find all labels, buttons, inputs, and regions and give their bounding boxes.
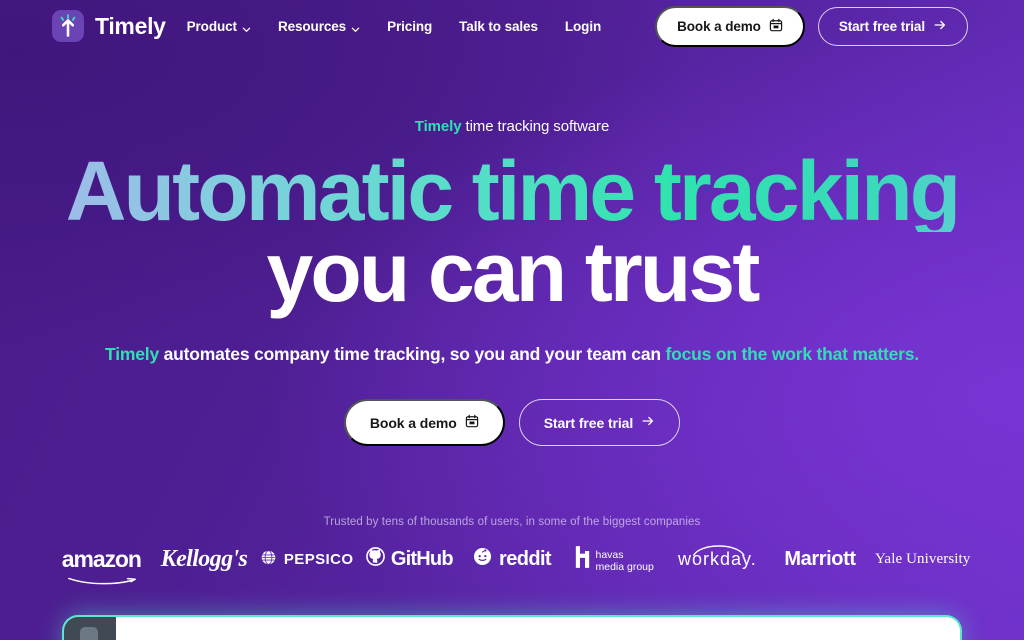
arrow-right-icon: [641, 414, 655, 431]
app-preview-sidebar: [64, 617, 116, 640]
nav-item-resources-label: Resources: [277, 18, 347, 34]
pepsico-globe-icon: [260, 549, 277, 570]
logo-workday: workday.: [666, 542, 769, 576]
logo-kelloggs-text: Kellogg's: [160, 545, 248, 572]
hero-eyebrow: Timely time tracking software: [0, 118, 1024, 135]
trusted-by-label: Trusted by tens of thousands of users, i…: [323, 516, 701, 528]
nav-item-pricing[interactable]: Pricing: [387, 19, 432, 34]
havas-h-icon: [575, 545, 590, 574]
workday-arc-icon: [692, 540, 746, 556]
logo-havas: havas media group: [563, 542, 666, 576]
start-free-trial-label: Start free trial: [838, 18, 925, 34]
reddit-snoo-icon: [473, 547, 492, 572]
logo-marriott: Marriott: [769, 542, 872, 576]
github-octocat-icon: [366, 546, 385, 572]
hero-heading-line-1: Automatic time tracking: [0, 149, 1024, 233]
hero-book-a-demo-button[interactable]: Book a demo: [343, 399, 505, 447]
logo-reddit-text: reddit: [499, 547, 552, 570]
logo-yale: Yale University: [871, 542, 974, 576]
logo-marriott-text: Marriott: [784, 547, 856, 570]
calendar-icon: [465, 414, 479, 431]
logo-pepsico-text: PEPSICO: [283, 550, 354, 568]
hero-start-free-trial-button[interactable]: Start free trial: [518, 399, 681, 447]
logo-havas-line2: media group: [595, 561, 654, 574]
calendar-icon: [769, 18, 783, 35]
chevron-down-icon: [351, 22, 360, 32]
hero-heading-line-2: you can trust: [266, 225, 760, 320]
hero-sub-highlight-2: focus on the work that matters.: [665, 343, 920, 364]
app-preview-card[interactable]: [64, 617, 960, 640]
hero-subheading: Timely automates company time tracking, …: [0, 342, 1024, 367]
chevron-down-icon: [242, 22, 251, 32]
logo-yale-text: Yale University: [875, 550, 971, 567]
hero-eyebrow-highlight: Timely: [414, 118, 462, 135]
book-a-demo-button[interactable]: Book a demo: [655, 5, 805, 47]
logo-kelloggs: Kellogg's: [153, 542, 256, 576]
nav-actions: Book a demo Start free trial: [655, 5, 968, 47]
logo-amazon: amazon: [50, 542, 153, 584]
app-preview-avatar-icon: [80, 627, 98, 640]
logo-reddit: reddit: [461, 542, 564, 576]
book-a-demo-label: Book a demo: [677, 18, 761, 34]
hero-sub-highlight-1: Timely: [105, 343, 159, 364]
hero-eyebrow-rest: time tracking software: [461, 118, 610, 135]
amazon-swoosh-icon: [67, 565, 139, 584]
landing-page: Timely Product Resources Pricing Talk to…: [0, 0, 1024, 640]
page-title: Automatic time tracking you can trust: [0, 149, 1024, 320]
timely-arrow-logo-icon: [52, 10, 84, 42]
hero-book-a-demo-label: Book a demo: [369, 414, 457, 431]
logo-havas-line1: havas: [595, 549, 624, 562]
hero-start-free-trial-label: Start free trial: [543, 414, 634, 431]
logo-github-text: GitHub: [390, 547, 454, 570]
nav-item-resources[interactable]: Resources: [278, 19, 360, 34]
trusted-by-section: Trusted by tens of thousands of users, i…: [0, 516, 1024, 584]
nav-item-login[interactable]: Login: [565, 19, 601, 34]
customer-logo-row: amazon Kellogg's PEPSICO GitHub reddit h…: [0, 542, 1024, 584]
top-navigation-bar: Timely Product Resources Pricing Talk to…: [0, 0, 1024, 52]
brand-logo[interactable]: Timely: [52, 10, 166, 42]
nav-item-product[interactable]: Product: [187, 19, 251, 34]
nav-item-product-label: Product: [186, 18, 237, 34]
nav-item-talk-to-sales[interactable]: Talk to sales: [459, 19, 538, 34]
hero-cta-group: Book a demo Start free trial: [0, 399, 1024, 447]
brand-name: Timely: [95, 12, 166, 39]
logo-github: GitHub: [358, 542, 461, 576]
nav-links: Product Resources Pricing Talk to sales …: [187, 5, 968, 47]
hero-section: Timely time tracking software Automatic …: [0, 118, 1024, 447]
start-free-trial-button[interactable]: Start free trial: [817, 6, 968, 46]
arrow-right-icon: [933, 18, 947, 35]
logo-pepsico: PEPSICO: [255, 542, 358, 576]
hero-sub-middle: automates company time tracking, so you …: [158, 343, 666, 364]
